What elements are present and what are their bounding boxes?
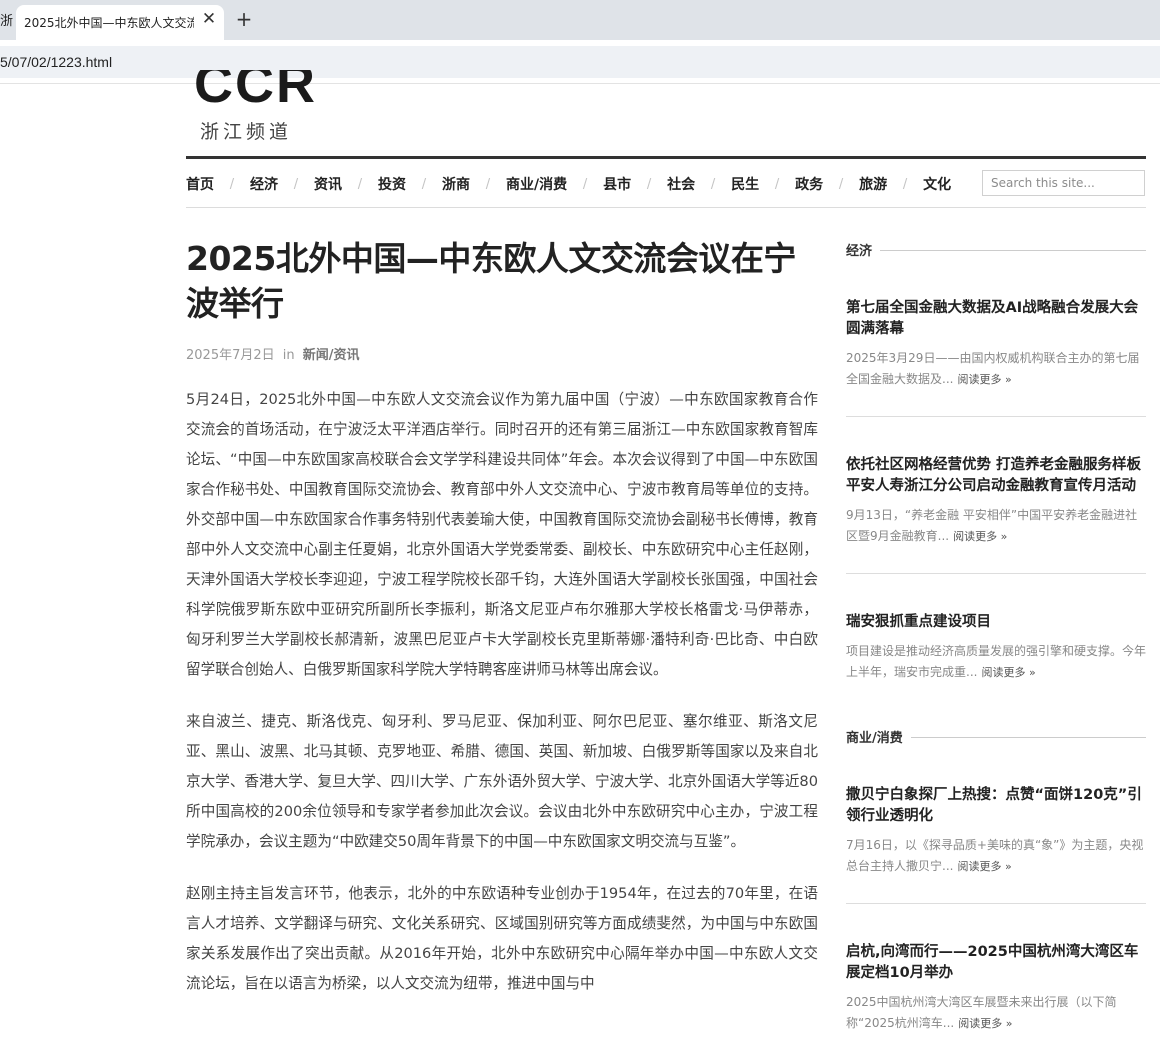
sidebar-post-excerpt: 2025年3月29日——由国内权威机构联合主办的第七届全国金融大数据及... 阅读…	[846, 348, 1146, 390]
nav-item[interactable]: 首页	[186, 174, 214, 194]
logo-text: CCR	[194, 70, 317, 110]
main-nav: 首页 / 经济 / 资讯 / 投资 / 浙商 / 商业/消费 / 县市 / 社会 / 民生 / 政务 / 旅游 / 文化	[186, 172, 951, 196]
nav-item[interactable]: 政务	[795, 174, 823, 194]
nav-separator: /	[710, 176, 716, 192]
sidebar-post-title[interactable]: 撒贝宁白象探厂上热搜：点赞“面饼120克”引领行业透明化	[846, 785, 1146, 827]
read-more-link[interactable]: 阅读更多 »	[953, 530, 1007, 543]
article-paragraph: 赵刚主持主旨发言环节，他表示，北外的中东欧语种专业创办于1954年，在过去的70…	[186, 885, 818, 992]
sidebar-post: 瑞安狠抓重点建设项目 项目建设是推动经济高质量发展的强引擎和硬支撑。今年上半年，…	[846, 612, 1146, 683]
nav-bottom-rule	[186, 207, 1146, 208]
article-title: 2025北外中国—中东欧人文交流会议在宁波举行	[186, 239, 796, 323]
sidebar-post: 启杭,向湾而行——2025中国杭州湾大湾区车展定档10月举办 2025中国杭州湾…	[846, 942, 1146, 1034]
nav-item[interactable]: 浙商	[442, 174, 470, 194]
article-meta: 2025年7月2日 in 新闻/资讯	[186, 344, 818, 363]
sidebar-post: 撒贝宁白象探厂上热搜：点赞“面饼120克”引领行业透明化 7月16日，以《探寻品…	[846, 785, 1146, 877]
nav-item[interactable]: 县市	[603, 174, 631, 194]
section-heading-label: 经济	[846, 244, 881, 259]
site-search-input[interactable]	[982, 170, 1145, 196]
sidebar-post-excerpt: 项目建设是推动经济高质量发展的强引擎和硬支撑。今年上半年，瑞安市完成重... 阅读…	[846, 641, 1146, 683]
divider	[846, 903, 1146, 904]
sidebar-section-heading: 经济	[846, 240, 1146, 260]
read-more-link[interactable]: 阅读更多 »	[957, 860, 1011, 873]
sidebar-post-excerpt: 9月13日，“养老金融 平安相伴”中国平安养老金融进社区暨9月金融教育... 阅读…	[846, 505, 1146, 547]
browser-tab-bar: 浙 2025北外中国—中东欧人文交流会议在宁波举行 ✕ +	[0, 0, 1160, 40]
sidebar-post-title[interactable]: 瑞安狠抓重点建设项目	[846, 612, 1146, 633]
article-category-link[interactable]: 新闻/资讯	[303, 348, 360, 363]
sidebar-post: 第七届全国金融大数据及AI战略融合发展大会圆满落幕 2025年3月29日——由国…	[846, 298, 1146, 390]
nav-item[interactable]: 资讯	[314, 174, 342, 194]
sidebar-post-title[interactable]: 启杭,向湾而行——2025中国杭州湾大湾区车展定档10月举办	[846, 942, 1146, 984]
nav-item[interactable]: 投资	[378, 174, 406, 194]
sidebar-post-excerpt: 2025中国杭州湾大湾区车展暨未来出行展（以下简称“2025杭州湾车... 阅读更…	[846, 992, 1146, 1034]
divider	[846, 416, 1146, 417]
address-bar: 5/07/02/1223.html	[0, 40, 1160, 84]
logo-subtitle: 浙江频道	[200, 121, 293, 143]
previous-tab-fragment[interactable]: 浙	[0, 10, 13, 29]
nav-item[interactable]: 社会	[667, 174, 695, 194]
nav-top-rule	[186, 156, 1146, 159]
new-tab-plus-icon[interactable]: +	[233, 8, 255, 30]
nav-separator: /	[357, 176, 363, 192]
divider	[846, 573, 1146, 574]
nav-item[interactable]: 商业/消费	[506, 174, 567, 194]
nav-item[interactable]: 文化	[923, 174, 951, 194]
read-more-link[interactable]: 阅读更多 »	[957, 373, 1011, 386]
url-text: 5/07/02/1223.html	[0, 54, 113, 70]
nav-separator: /	[774, 176, 780, 192]
nav-item[interactable]: 旅游	[859, 174, 887, 194]
sidebar-post-title[interactable]: 第七届全国金融大数据及AI战略融合发展大会圆满落幕	[846, 298, 1146, 340]
meta-in-word: in	[282, 348, 295, 363]
nav-item[interactable]: 经济	[250, 174, 278, 194]
nav-separator: /	[421, 176, 427, 192]
nav-separator: /	[646, 176, 652, 192]
sidebar: 经济 第七届全国金融大数据及AI战略融合发展大会圆满落幕 2025年3月29日—…	[846, 240, 1146, 1034]
nav-item[interactable]: 民生	[731, 174, 759, 194]
site-logo[interactable]: CCR	[194, 70, 317, 110]
nav-separator: /	[838, 176, 844, 192]
article-paragraph: 来自波兰、捷克、斯洛伐克、匈牙利、罗马尼亚、保加利亚、阿尔巴尼亚、塞尔维亚、斯洛…	[186, 713, 818, 850]
active-tab[interactable]: 2025北外中国—中东欧人文交流会议在宁波举行 ✕	[16, 5, 224, 40]
nav-separator: /	[485, 176, 491, 192]
article-date: 2025年7月2日	[186, 348, 275, 363]
nav-separator: /	[582, 176, 588, 192]
nav-separator: /	[229, 176, 235, 192]
read-more-link[interactable]: 阅读更多 »	[981, 666, 1035, 679]
read-more-link[interactable]: 阅读更多 »	[958, 1017, 1012, 1030]
article-paragraph: 5月24日，2025北外中国—中东欧人文交流会议作为第九届中国（宁波）—中东欧国…	[186, 391, 818, 678]
sidebar-post-title[interactable]: 依托社区网格经营优势 打造养老金融服务样板 平安人寿浙江分公司启动金融教育宣传月…	[846, 455, 1146, 497]
nav-separator: /	[293, 176, 299, 192]
sidebar-post: 依托社区网格经营优势 打造养老金融服务样板 平安人寿浙江分公司启动金融教育宣传月…	[846, 455, 1146, 547]
nav-separator: /	[902, 176, 908, 192]
sidebar-post-excerpt: 7月16日，以《探寻品质+美味的真“象”》为主题，央视总台主持人撒贝宁... 阅读…	[846, 835, 1146, 877]
sidebar-section-heading: 商业/消费	[846, 727, 1146, 747]
url-field[interactable]: 5/07/02/1223.html	[0, 46, 1160, 78]
section-heading-label: 商业/消费	[846, 731, 911, 746]
tab-title: 2025北外中国—中东欧人文交流会议在宁波举行	[24, 16, 194, 30]
tab-close-icon[interactable]: ✕	[200, 10, 218, 28]
article: 2025北外中国—中东欧人文交流会议在宁波举行 2025年7月2日 in 新闻/…	[186, 236, 818, 999]
